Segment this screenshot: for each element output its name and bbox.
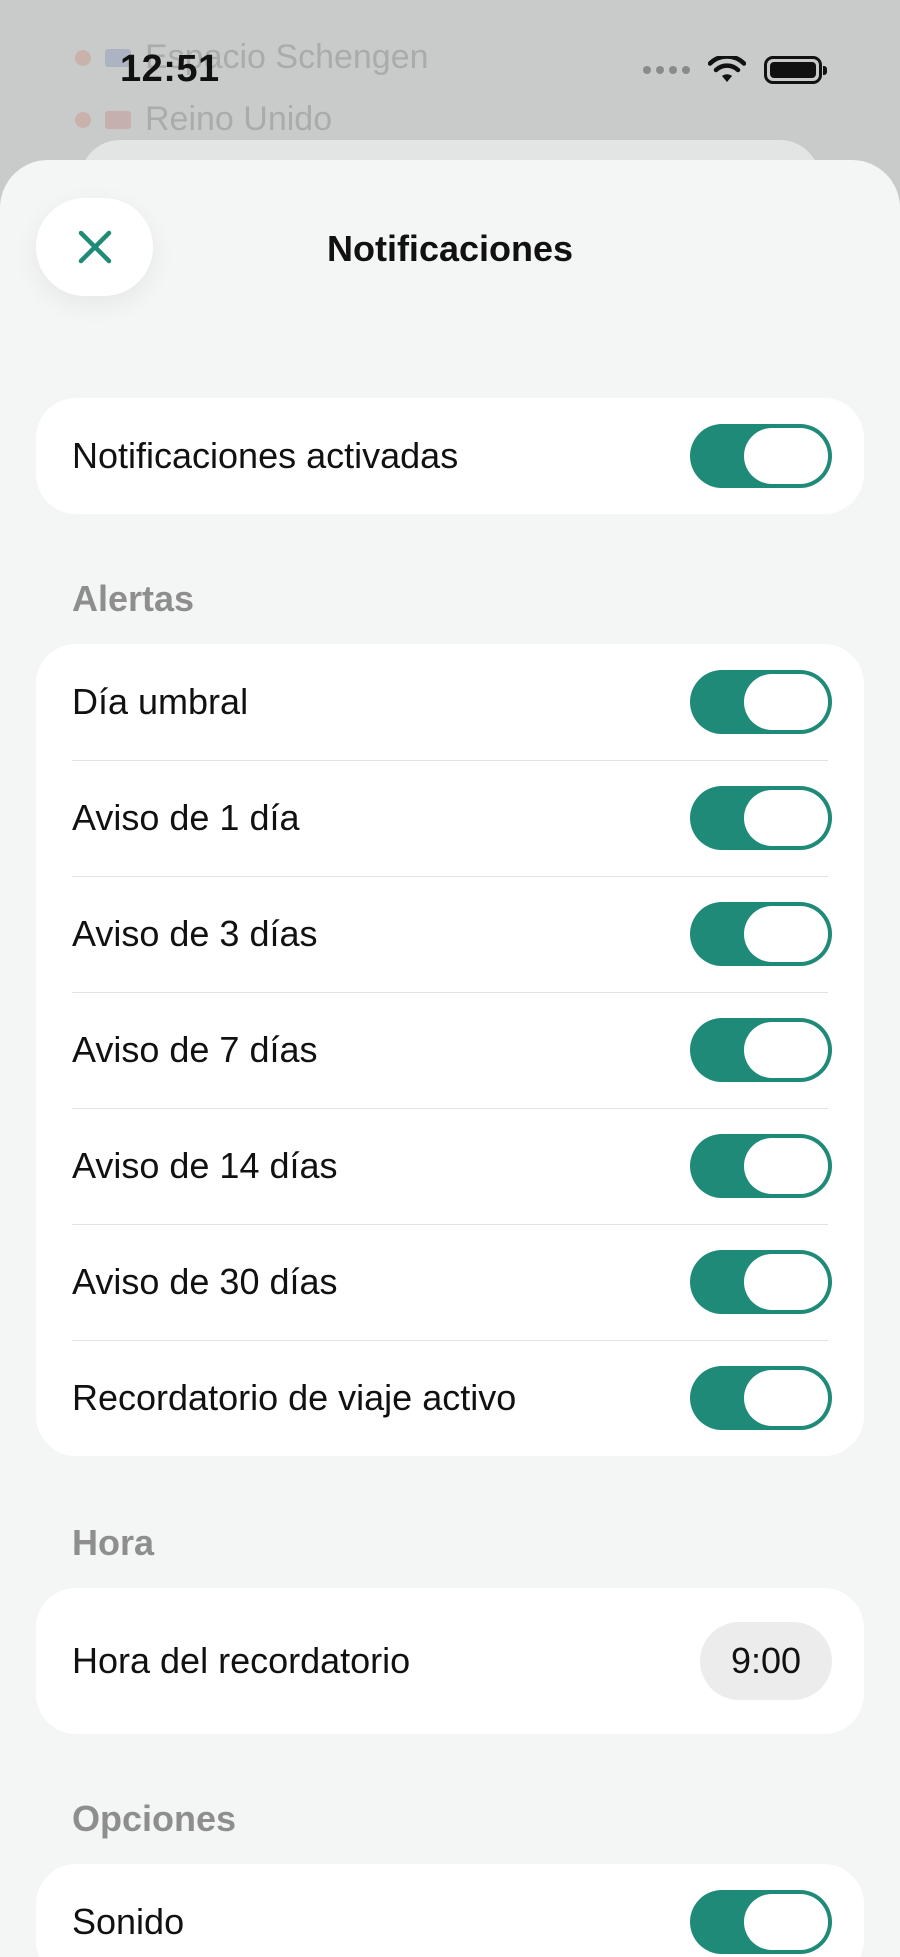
alert-threshold-day-row: Día umbral (36, 644, 864, 760)
main-toggle-card: Notificaciones activadas (36, 398, 864, 514)
signal-icon (643, 66, 690, 74)
status-icons (643, 56, 827, 84)
time-card: Hora del recordatorio 9:00 (36, 1588, 864, 1734)
status-bar: 12:51 (0, 0, 900, 150)
alert-label: Aviso de 7 días (72, 1029, 318, 1070)
alert-label: Aviso de 3 días (72, 913, 318, 954)
reminder-time-label: Hora del recordatorio (72, 1640, 411, 1681)
alert-label: Día umbral (72, 681, 249, 722)
active-trip-reminder-row: Recordatorio de viaje activo (36, 1340, 864, 1456)
active-trip-reminder-toggle[interactable] (690, 1366, 832, 1430)
reminder-time-row: Hora del recordatorio 9:00 (36, 1588, 864, 1734)
alert-label: Recordatorio de viaje activo (72, 1377, 517, 1418)
wifi-icon (708, 56, 746, 82)
alert-3-days-row: Aviso de 3 días (36, 876, 864, 992)
reminder-time-picker[interactable]: 9:00 (700, 1622, 832, 1700)
screen: Espacio Schengen Reino Unido 12:51 Notif… (0, 0, 900, 1957)
alert-7-days-toggle[interactable] (690, 1018, 832, 1082)
alert-14-days-row: Aviso de 14 días (36, 1108, 864, 1224)
notifications-enabled-row: Notificaciones activadas (36, 398, 864, 514)
notifications-sheet: Notificaciones Notificaciones activadas … (0, 160, 900, 1957)
sound-toggle[interactable] (690, 1890, 832, 1954)
alert-3-days-toggle[interactable] (690, 902, 832, 966)
options-card: Sonido (36, 1864, 864, 1957)
sheet-title: Notificaciones (326, 228, 574, 269)
alert-14-days-toggle[interactable] (690, 1134, 832, 1198)
sound-label: Sonido (72, 1901, 185, 1942)
alert-1-day-toggle[interactable] (690, 786, 832, 850)
alert-30-days-row: Aviso de 30 días (36, 1224, 864, 1340)
alert-label: Aviso de 14 días (72, 1145, 338, 1186)
alert-label: Aviso de 1 día (72, 797, 300, 838)
status-time: 12:51 (120, 48, 220, 90)
alert-label: Aviso de 30 días (72, 1261, 338, 1302)
notifications-enabled-label: Notificaciones activadas (72, 435, 459, 476)
alert-30-days-toggle[interactable] (690, 1250, 832, 1314)
alert-7-days-row: Aviso de 7 días (36, 992, 864, 1108)
options-section-label: Opciones (72, 1798, 237, 1839)
alert-1-day-row: Aviso de 1 día (36, 760, 864, 876)
battery-icon (764, 56, 827, 84)
sound-row: Sonido (36, 1864, 864, 1957)
alert-threshold-day-toggle[interactable] (690, 670, 832, 734)
notifications-enabled-toggle[interactable] (690, 424, 832, 488)
alerts-card: Día umbral Aviso de 1 día Aviso de 3 día… (36, 644, 864, 1456)
time-section-label: Hora (72, 1522, 155, 1563)
alerts-section-label: Alertas (72, 578, 195, 619)
